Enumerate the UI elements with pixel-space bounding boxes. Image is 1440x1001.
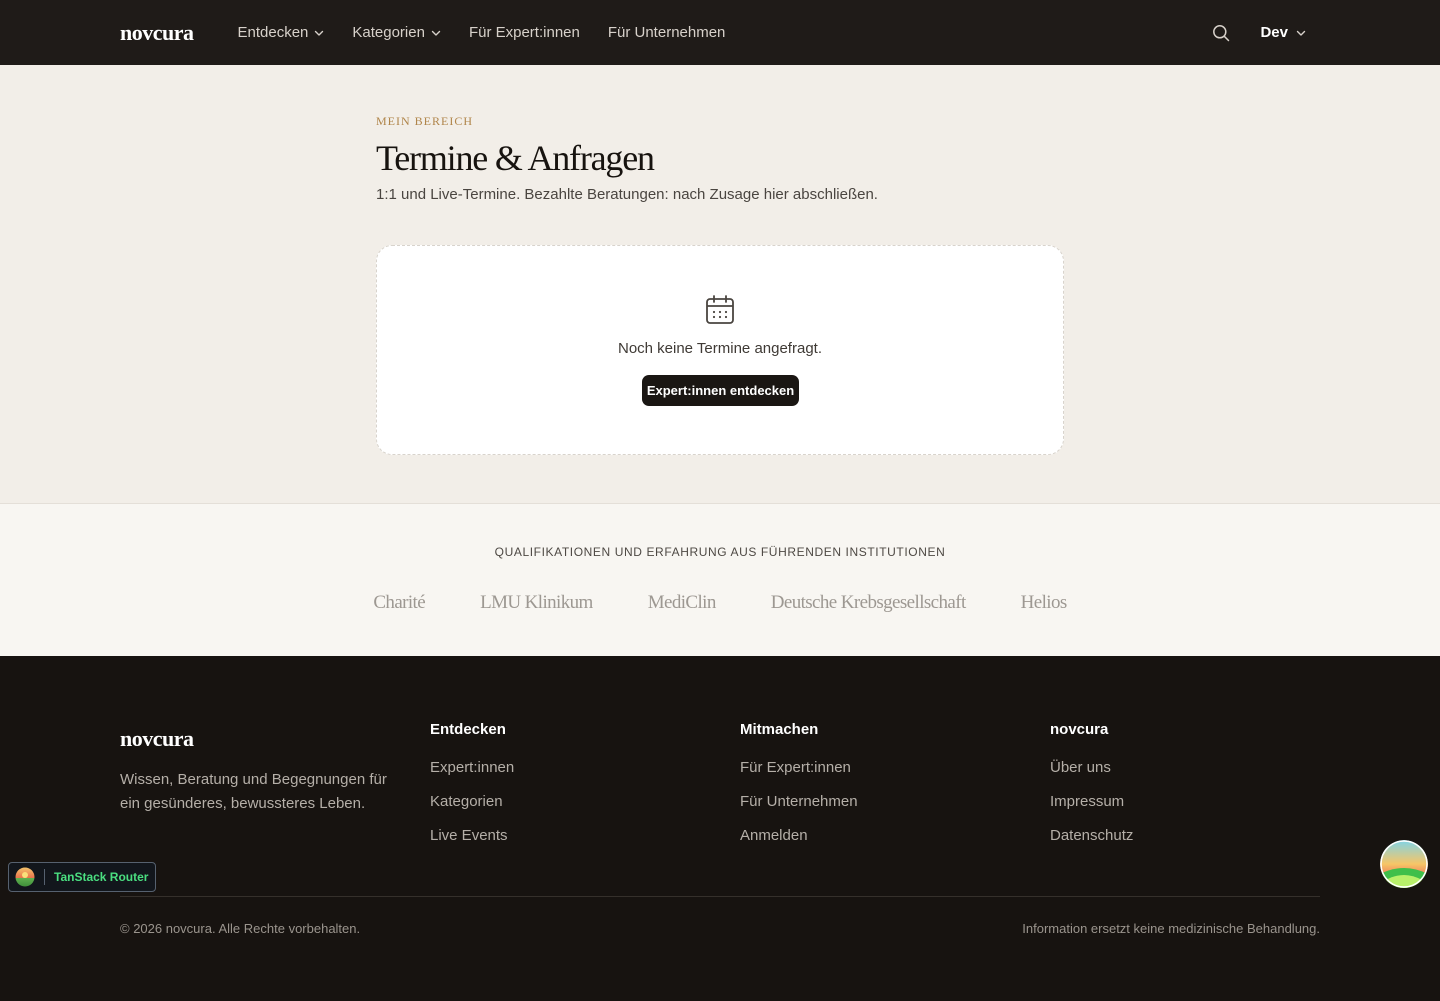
footer-link[interactable]: Anmelden: [740, 826, 858, 845]
footer-link[interactable]: Über uns: [1050, 758, 1133, 777]
nav-item-label: Kategorien: [352, 24, 425, 41]
copyright-text: © 2026 novcura. Alle Rechte vorbehalten.: [120, 921, 361, 936]
empty-state-card: Noch keine Termine angefragt. Expert:inn…: [376, 245, 1064, 455]
footer-column-novcura: novcura Über uns Impressum Datenschutz: [1050, 721, 1133, 860]
header-logo[interactable]: novcura: [120, 20, 194, 46]
devtools-label: TanStack Router: [54, 870, 149, 884]
institution-logo: Charité: [373, 592, 426, 613]
institutions-heading: QUALIFIKATIONEN UND ERFAHRUNG AUS FÜHREN…: [494, 545, 946, 559]
nav-item-label: Für Expert:innen: [468, 24, 580, 41]
footer-column-title: Entdecken: [430, 721, 506, 738]
nav-item-fuer-unternehmen[interactable]: Für Unternehmen: [608, 24, 726, 41]
react-query-devtools-icon[interactable]: [1380, 840, 1428, 888]
tanstack-logo-icon: [15, 867, 35, 887]
footer-column-entdecken: Entdecken Expert:innen Kategorien Live E…: [430, 721, 514, 860]
page-title: Termine & Anfragen: [376, 138, 655, 178]
chevron-down-icon: [1296, 30, 1306, 36]
institution-logos: Charité LMU Klinikum MediClin Deutsche K…: [0, 592, 1440, 614]
nav-item-label: Für Unternehmen: [607, 24, 726, 41]
footer-column-title: novcura: [1050, 721, 1109, 738]
footer-link[interactable]: Kategorien: [430, 792, 514, 811]
chevron-down-icon: [315, 30, 324, 36]
footer-divider: [120, 896, 1320, 897]
nav-item-entdecken[interactable]: Entdecken: [238, 24, 325, 41]
nav-item-fuer-expertinnen[interactable]: Für Expert:innen: [469, 24, 580, 41]
main-nav: Entdecken Kategorien Für Expert:innen Fü…: [238, 24, 726, 41]
chevron-down-icon: [431, 30, 441, 36]
nav-item-kategorien[interactable]: Kategorien: [352, 24, 441, 41]
user-menu[interactable]: Dev: [1260, 24, 1306, 41]
devtools-separator: [44, 869, 45, 885]
tanstack-router-devtools-button[interactable]: TanStack Router: [8, 862, 156, 892]
footer-link[interactable]: Live Events: [430, 826, 514, 845]
header-actions: Dev: [1212, 24, 1320, 42]
institution-logo: MediClin: [647, 592, 717, 613]
calendar-icon: [706, 295, 734, 324]
nav-item-label: Entdecken: [237, 24, 309, 41]
medical-disclaimer: Information ersetzt keine medizinische B…: [1022, 921, 1320, 936]
main-content: MEIN BEREICH Termine & Anfragen 1:1 und …: [0, 65, 1440, 503]
footer-link[interactable]: Expert:innen: [430, 758, 514, 777]
footer-tagline: Wissen, Beratung und Begegnungen für ein…: [120, 771, 387, 812]
footer-column-title: Mitmachen: [740, 721, 819, 738]
footer-link[interactable]: Datenschutz: [1050, 826, 1133, 845]
footer-link[interactable]: Für Unternehmen: [740, 792, 858, 811]
discover-experts-button[interactable]: Expert:innen entdecken: [642, 375, 799, 406]
institution-logo: Deutsche Krebsgesellschaft: [770, 592, 967, 613]
user-menu-label: Dev: [1260, 24, 1288, 41]
footer-link[interactable]: Impressum: [1050, 792, 1133, 811]
footer-logo[interactable]: novcura: [120, 726, 194, 752]
institutions-band: QUALIFIKATIONEN UND ERFAHRUNG AUS FÜHREN…: [0, 503, 1440, 656]
page-subtitle: 1:1 und Live-Termine. Bezahlte Beratunge…: [376, 186, 878, 203]
footer-column-mitmachen: Mitmachen Für Expert:innen Für Unternehm…: [740, 721, 858, 860]
section-eyebrow: MEIN BEREICH: [376, 114, 473, 128]
empty-state-text: Noch keine Termine angefragt.: [617, 340, 822, 357]
footer-link[interactable]: Für Expert:innen: [740, 758, 858, 777]
institution-logo: LMU Klinikum: [480, 592, 593, 613]
search-icon[interactable]: [1212, 24, 1230, 42]
institution-logo: Helios: [1020, 592, 1068, 613]
site-header: novcura Entdecken Kategorien Für Expert:…: [0, 0, 1440, 65]
site-footer: novcura Wissen, Beratung und Begegnungen…: [0, 656, 1440, 1001]
